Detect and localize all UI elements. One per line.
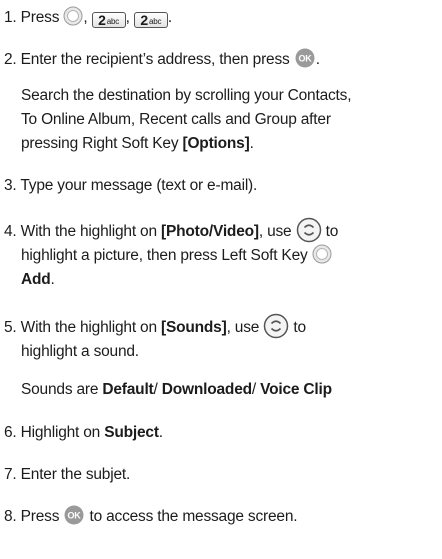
svg-text:OK: OK <box>68 511 82 521</box>
step-2-text: 2. Enter the recipient’s address, then p… <box>4 51 294 68</box>
step-8: 8. Press OK to access the message screen… <box>4 505 436 529</box>
svg-text:OK: OK <box>298 54 312 64</box>
step-5: 5. With the highlight on [Sounds], use t… <box>4 313 436 364</box>
ok-key-icon: OK <box>63 505 85 525</box>
step-4: 4. With the highlight on [Photo/Video], … <box>4 217 436 292</box>
manual-page: 1. Press , 2abc, 2abc. 2. Enter the reci… <box>0 0 442 559</box>
round-soft-key-icon <box>63 6 83 26</box>
up-down-navigation-key-icon <box>296 217 322 243</box>
step-3: 3. Type your message (text or e-mail). <box>4 177 258 194</box>
step-1: 1. Press , 2abc, 2abc. <box>4 6 436 30</box>
step-1-text: 1. Press <box>4 9 64 26</box>
step-2-note: Search the destination by scrolling your… <box>21 87 352 152</box>
step-7: 7. Enter the subjet. <box>4 466 131 483</box>
ok-key-icon: OK <box>294 48 316 68</box>
up-down-navigation-key-icon <box>263 313 289 339</box>
round-soft-key-icon <box>312 244 332 264</box>
key-2abc-icon: 2abc <box>91 12 126 28</box>
key-2abc-icon: 2abc <box>133 12 168 28</box>
step-6: 6. Highlight on Subject. <box>4 424 163 441</box>
step-5-note: Sounds are Default/ Downloaded/ Voice Cl… <box>21 381 332 398</box>
step-2: 2. Enter the recipient’s address, then p… <box>4 48 436 72</box>
